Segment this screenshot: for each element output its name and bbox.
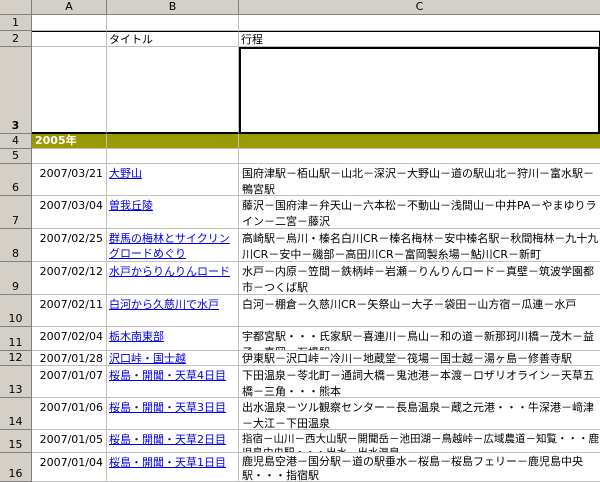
row-header[interactable]: 9 (0, 262, 32, 295)
column-header-c[interactable]: C (239, 0, 600, 15)
column-header-b[interactable]: B (107, 0, 239, 15)
row-header[interactable]: 4 (0, 134, 32, 149)
cell[interactable] (32, 149, 107, 164)
row-header[interactable]: 2 (0, 31, 32, 47)
date-cell[interactable]: 2007/01/05 (32, 430, 107, 453)
year-label[interactable]: 2005年 (32, 134, 107, 149)
route-cell[interactable]: 伊東駅－沢口峠－冷川－地蔵堂－筏場－国士越－湯ヶ島－修善寺駅 (239, 351, 600, 366)
cell[interactable] (107, 47, 239, 134)
row-header[interactable]: 13 (0, 366, 32, 398)
row-header[interactable]: 7 (0, 196, 32, 229)
date-cell[interactable]: 2007/01/06 (32, 398, 107, 430)
table-row: 12 2007/01/28 沢口峠・国士越 伊東駅－沢口峠－冷川－地蔵堂－筏場－… (0, 351, 600, 366)
cell[interactable] (239, 149, 600, 164)
table-row: 7 2007/03/04 曽我丘陵 藤沢－国府津－弁天山－六本松－不動山－浅間山… (0, 196, 600, 229)
row-header[interactable]: 6 (0, 164, 32, 196)
title-link[interactable]: 桜島・開聞・天草4日目 (107, 366, 239, 398)
column-header-a[interactable]: A (32, 0, 107, 15)
table-row: 14 2007/01/06 桜島・開聞・天草3日目 出水温泉－ツル観察センター－… (0, 398, 600, 430)
selected-cell[interactable] (239, 47, 600, 134)
row-header[interactable]: 5 (0, 149, 32, 164)
route-column-label[interactable]: 行程 (239, 31, 600, 47)
cell[interactable] (32, 15, 107, 31)
row-1: 1 (0, 15, 600, 31)
table-row: 9 2007/02/12 水戸からりんりんロード 水戸－内原－笠間－鉄柄峠－岩瀬… (0, 262, 600, 295)
title-link[interactable]: 桜島・開聞・天草2日目 (107, 430, 239, 453)
row-header[interactable]: 15 (0, 430, 32, 453)
row-5: 5 (0, 149, 600, 164)
table-row: 15 2007/01/05 桜島・開聞・天草2日目 指宿－山川－西大山駅－開聞岳… (0, 430, 600, 453)
table-row: 6 2007/03/21 大野山 国府津駅－栢山駅－山北－深沢－大野山－道の駅山… (0, 164, 600, 196)
date-cell[interactable]: 2007/02/25 (32, 229, 107, 262)
title-link[interactable]: 桜島・開聞・天草1日目 (107, 453, 239, 482)
table-row: 13 2007/01/07 桜島・開聞・天草4日目 下田温泉－苓北町－通詞大橋－… (0, 366, 600, 398)
date-cell[interactable]: 2007/01/28 (32, 351, 107, 366)
route-cell[interactable]: 出水温泉－ツル観察センター－長島温泉－蔵之元港・・・牛深港－﨑津－大江－下田温泉 (239, 398, 600, 430)
row-header[interactable]: 12 (0, 351, 32, 366)
route-cell[interactable]: 水戸－内原－笠間－鉄柄峠－岩瀬－りんりんロード－真壁－筑波学園都市－つくば駅 (239, 262, 600, 295)
route-cell[interactable]: 高崎駅－烏川・榛名白川CR－榛名梅林－安中榛名駅－秋間梅林－九十九川CR－安中－… (239, 229, 600, 262)
title-column-label[interactable]: タイトル (107, 31, 239, 47)
route-cell[interactable]: 藤沢－国府津－弁天山－六本松－不動山－浅間山－中井PA－やまゆりライン－二宮－藤… (239, 196, 600, 229)
cell[interactable] (107, 134, 239, 149)
row-header[interactable]: 14 (0, 398, 32, 430)
table-row: 10 2007/02/11 白河から久慈川で水戸 白河－棚倉－久慈川CR－矢祭山… (0, 295, 600, 327)
row-header[interactable]: 10 (0, 295, 32, 327)
title-link[interactable]: 群馬の梅林とサイクリングロードめぐり (107, 229, 239, 262)
date-cell[interactable]: 2007/03/21 (32, 164, 107, 196)
row-2: 2 タイトル 行程 (0, 31, 600, 47)
table-row: 16 2007/01/04 桜島・開聞・天草1日目 鹿児島空港－国分駅－道の駅垂… (0, 453, 600, 482)
title-link[interactable]: 沢口峠・国士越 (107, 351, 239, 366)
title-link[interactable]: 白河から久慈川で水戸 (107, 295, 239, 327)
title-link[interactable]: 曽我丘陵 (107, 196, 239, 229)
title-link[interactable]: 大野山 (107, 164, 239, 196)
date-cell[interactable]: 2007/03/04 (32, 196, 107, 229)
cell[interactable] (107, 15, 239, 31)
row-header[interactable]: 3 (0, 47, 32, 134)
row-header[interactable]: 16 (0, 453, 32, 482)
cell[interactable] (32, 31, 107, 47)
title-link[interactable]: 水戸からりんりんロード (107, 262, 239, 295)
date-cell[interactable]: 2007/01/04 (32, 453, 107, 482)
title-link[interactable]: 桜島・開聞・天草3日目 (107, 398, 239, 430)
column-header-row: A B C (0, 0, 600, 15)
row-header[interactable]: 8 (0, 229, 32, 262)
route-cell[interactable]: 白河－棚倉－久慈川CR－矢祭山－大子－袋田－山方宿－瓜連－水戸 (239, 295, 600, 327)
route-cell[interactable]: 下田温泉－苓北町－通詞大橋－鬼池港－本渡－ロザリオライン－天草五橋－三角・・・熊… (239, 366, 600, 398)
cell[interactable] (32, 47, 107, 134)
row-4: 4 2005年 (0, 134, 600, 149)
title-link[interactable]: 栃木南東部 (107, 327, 239, 351)
cell[interactable] (107, 149, 239, 164)
row-header[interactable]: 11 (0, 327, 32, 351)
cell[interactable] (239, 15, 600, 31)
date-cell[interactable]: 2007/02/11 (32, 295, 107, 327)
date-cell[interactable]: 2007/02/12 (32, 262, 107, 295)
table-row: 11 2007/02/04 栃木南東部 宇都宮駅・・・氏家駅－喜連川－鳥山－和の… (0, 327, 600, 351)
select-all-corner[interactable] (0, 0, 32, 15)
row-3: 3 (0, 47, 600, 134)
cell[interactable] (239, 134, 600, 149)
route-cell[interactable]: 国府津駅－栢山駅－山北－深沢－大野山－道の駅山北－狩川－富水駅－鴨宮駅 (239, 164, 600, 196)
route-cell[interactable]: 宇都宮駅・・・氏家駅－喜連川－鳥山－和の道－新那珂川橋－茂木－益子－真岡－石橋駅 (239, 327, 600, 351)
date-cell[interactable]: 2007/02/04 (32, 327, 107, 351)
route-cell[interactable]: 指宿－山川－西大山駅－開聞岳－池田湖－鳥越峠－広域農道－知覧・・・鹿児島中央駅・… (239, 430, 600, 453)
table-row: 8 2007/02/25 群馬の梅林とサイクリングロードめぐり 高崎駅－烏川・榛… (0, 229, 600, 262)
spreadsheet: A B C 1 2 タイトル 行程 3 4 2005年 5 6 2007/03/… (0, 0, 600, 482)
row-header[interactable]: 1 (0, 15, 32, 31)
route-cell[interactable]: 鹿児島空港－国分駅－道の駅垂水－桜島－桜島フェリー－鹿児島中央駅・・・指宿駅 (239, 453, 600, 482)
date-cell[interactable]: 2007/01/07 (32, 366, 107, 398)
